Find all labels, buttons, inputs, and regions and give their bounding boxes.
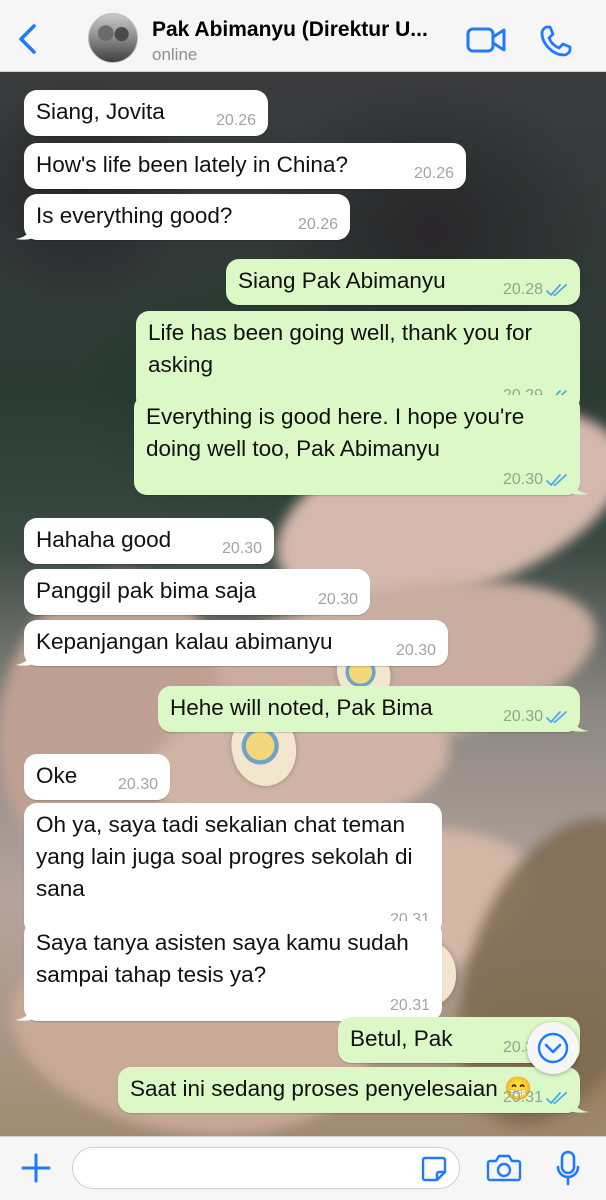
message-text: How's life been lately in China? bbox=[36, 149, 454, 181]
message-time: 20.26 bbox=[413, 165, 454, 182]
message-meta: 20.26 bbox=[414, 165, 454, 183]
message-text: Oh ya, saya tadi sekalian chat teman yang… bbox=[36, 809, 430, 905]
incoming-message-bubble[interactable]: Hahaha good 20.30 bbox=[24, 518, 274, 564]
message-meta: 20.31 bbox=[503, 1089, 568, 1107]
message-time: 20.26 bbox=[215, 112, 256, 129]
message-text: Kepanjangan kalau abimanyu bbox=[36, 626, 436, 658]
message-line: sampai tahap tesis ya? bbox=[36, 962, 267, 987]
double-check-icon bbox=[546, 284, 567, 296]
incoming-message-bubble[interactable]: Oh ya, saya tadi sekalian chat teman yang… bbox=[24, 803, 442, 935]
message-time: 20.30 bbox=[502, 708, 543, 725]
message-time: 20.30 bbox=[502, 471, 543, 488]
message-time: 20.31 bbox=[389, 997, 430, 1014]
message-text: Everything is good here. I hope you're do… bbox=[146, 401, 568, 465]
message-line: yang lain juga soal progres sekolah di bbox=[36, 844, 413, 869]
message-line: Life has been going well, thank you for bbox=[148, 320, 533, 345]
outgoing-message-bubble[interactable]: Siang Pak Abimanyu 20.28 bbox=[226, 259, 580, 305]
message-time: 20.26 bbox=[297, 216, 338, 233]
message-meta: 20.30 bbox=[503, 708, 568, 726]
double-check-icon bbox=[546, 474, 567, 486]
microphone-icon[interactable] bbox=[556, 1150, 580, 1186]
incoming-message-bubble[interactable]: Siang, Jovita 20.26 bbox=[24, 90, 268, 136]
video-call-icon[interactable] bbox=[466, 26, 506, 54]
avatar[interactable] bbox=[88, 13, 138, 63]
message-line: sana bbox=[36, 876, 85, 901]
message-line: Kepanjangan kalau abimanyu bbox=[36, 629, 333, 654]
incoming-message-bubble[interactable]: How's life been lately in China? 20.26 bbox=[24, 143, 466, 189]
bubble-tail bbox=[571, 479, 589, 495]
message-time: 20.30 bbox=[117, 776, 158, 793]
message-meta: 20.30 bbox=[396, 642, 436, 660]
message-line: asking bbox=[148, 352, 214, 377]
message-time: 20.30 bbox=[221, 540, 262, 557]
bubble-tail bbox=[571, 716, 589, 732]
bubble-tail bbox=[571, 1097, 589, 1113]
sticker-icon[interactable] bbox=[420, 1155, 448, 1183]
message-text: Is everything good? bbox=[36, 200, 338, 232]
message-meta: 20.30 bbox=[222, 540, 262, 558]
message-line: Saya tanya asisten saya kamu sudah bbox=[36, 930, 409, 955]
contact-name[interactable]: Pak Abimanyu (Direktur U... bbox=[152, 18, 464, 42]
message-input[interactable] bbox=[72, 1147, 460, 1189]
message-line: Is everything good? bbox=[36, 203, 233, 228]
message-text: Life has been going well, thank you for a… bbox=[148, 317, 568, 381]
plus-icon[interactable] bbox=[20, 1152, 52, 1184]
bubble-tail bbox=[15, 1005, 33, 1021]
chevron-down-circle-icon bbox=[537, 1032, 569, 1064]
incoming-message-bubble[interactable]: Is everything good? 20.26 bbox=[15, 194, 350, 240]
chat-header: Pak Abimanyu (Direktur U... online bbox=[0, 0, 606, 72]
message-time: 20.31 bbox=[502, 1089, 543, 1106]
message-line: Everything is good here. I hope you're bbox=[146, 404, 525, 429]
message-line: doing well too, Pak Abimanyu bbox=[146, 436, 440, 461]
outgoing-message-bubble[interactable]: Saat ini sedang proses penyelesaian 😁 20.… bbox=[118, 1067, 589, 1113]
message-text: Saya tanya asisten saya kamu sudah sampai… bbox=[36, 927, 430, 991]
message-line: How's life been lately in China? bbox=[36, 152, 348, 177]
outgoing-message-bubble[interactable]: Hehe will noted, Pak Bima 20.30 bbox=[158, 686, 589, 732]
incoming-message-bubble[interactable]: Kepanjangan kalau abimanyu 20.30 bbox=[15, 620, 448, 666]
message-text: Panggil pak bima saja bbox=[36, 575, 358, 607]
double-check-icon bbox=[546, 711, 567, 723]
message-list[interactable]: Siang, Jovita 20.26 How's life been lately… bbox=[0, 72, 606, 1136]
message-line: Oh ya, saya tadi sekalian chat teman bbox=[36, 812, 405, 837]
phone-icon[interactable] bbox=[539, 24, 573, 58]
message-time: 20.30 bbox=[395, 642, 436, 659]
incoming-message-bubble[interactable]: Oke 20.30 bbox=[24, 754, 170, 800]
message-meta: 20.28 bbox=[503, 281, 568, 299]
bubble-tail bbox=[15, 650, 33, 666]
input-bar bbox=[0, 1136, 606, 1200]
double-check-icon bbox=[546, 1092, 567, 1104]
message-meta: 20.30 bbox=[503, 471, 568, 489]
scroll-down-button[interactable] bbox=[527, 1022, 579, 1074]
message-time: 20.30 bbox=[317, 591, 358, 608]
chevron-left-icon[interactable] bbox=[14, 22, 42, 56]
camera-icon[interactable] bbox=[486, 1153, 522, 1183]
incoming-message-bubble[interactable]: Saya tanya asisten saya kamu sudah sampai… bbox=[15, 921, 442, 1021]
message-line: Panggil pak bima saja bbox=[36, 578, 257, 603]
bubble-tail bbox=[15, 224, 33, 240]
message-meta: 20.31 bbox=[390, 997, 430, 1015]
message-meta: 20.26 bbox=[216, 112, 256, 130]
contact-status: online bbox=[152, 45, 198, 64]
message-meta: 20.30 bbox=[318, 591, 358, 609]
outgoing-message-bubble[interactable]: Everything is good here. I hope you're do… bbox=[134, 395, 589, 495]
message-meta: 20.30 bbox=[118, 776, 158, 794]
message-time: 20.28 bbox=[502, 281, 543, 298]
message-meta: 20.26 bbox=[298, 216, 338, 234]
incoming-message-bubble[interactable]: Panggil pak bima saja 20.30 bbox=[24, 569, 370, 615]
